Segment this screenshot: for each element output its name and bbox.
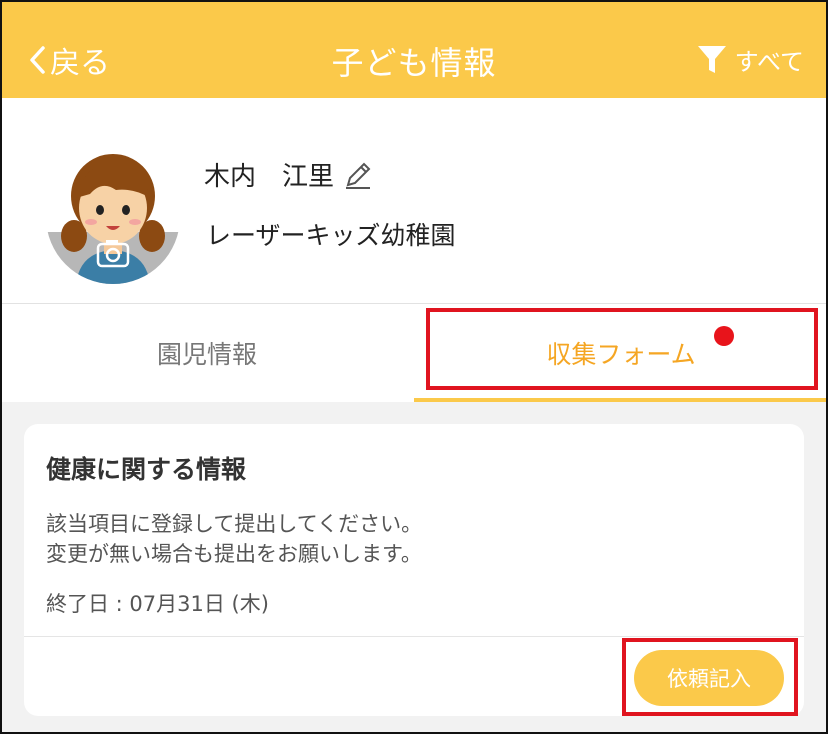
- filter-label: すべて: [734, 48, 804, 76]
- pencil-icon[interactable]: [342, 159, 374, 191]
- girl-avatar-icon: [46, 150, 180, 284]
- tab-child-info[interactable]: 園児情報: [0, 304, 414, 402]
- filter-button[interactable]: すべて: [697, 42, 804, 77]
- top-bar: 戻る 子ども情報 すべて: [0, 0, 828, 98]
- card-description-line2: 変更が無い場合も提出をお願いします。: [46, 542, 422, 566]
- child-name-row: 木内 江里: [204, 156, 374, 193]
- avatar[interactable]: [46, 150, 180, 284]
- card-divider: [24, 636, 804, 637]
- child-profile: 木内 江里 レーザーキッズ幼稚園: [0, 98, 828, 303]
- card-end-date: 終了日 : 07月31日 (木): [46, 592, 269, 616]
- school-name: レーザーキッズ幼稚園: [206, 221, 456, 250]
- active-tab-indicator: [414, 398, 828, 402]
- card-title: 健康に関する情報: [46, 455, 247, 484]
- filter-icon: [697, 45, 726, 73]
- card-description-line1: 該当項目に登録して提出してください。: [46, 512, 423, 536]
- highlight-box-tab: [426, 308, 818, 390]
- tab-child-info-label: 園児情報: [156, 340, 257, 369]
- child-name: 木内 江里: [204, 162, 335, 192]
- highlight-box-button: [622, 638, 798, 716]
